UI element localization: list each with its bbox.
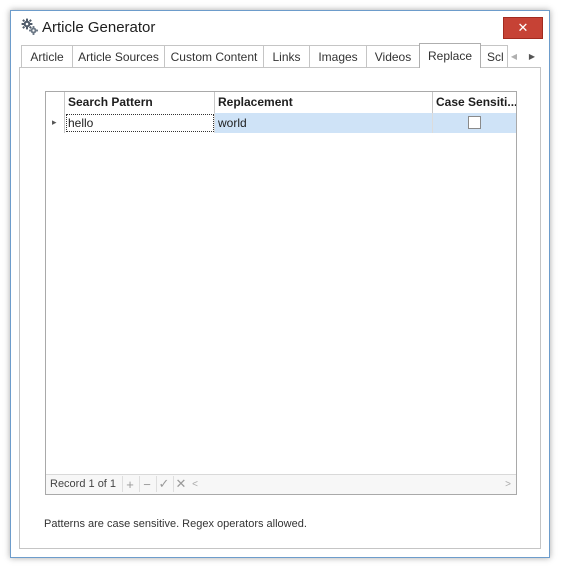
replace-tab-page: Search Pattern Replacement Case Sensiti.… xyxy=(19,67,541,549)
scroll-left-icon[interactable]: < xyxy=(189,476,201,492)
close-button[interactable]: ✕ xyxy=(503,17,543,39)
cell-case-sensitive xyxy=(433,113,516,133)
tab-article-sources[interactable]: Article Sources xyxy=(72,45,165,67)
client-area: Article Article Sources Custom Content L… xyxy=(19,43,541,549)
tab-scroll-right-icon[interactable]: ▶ xyxy=(526,49,538,63)
tab-label: Videos xyxy=(374,49,412,64)
case-sensitive-checkbox[interactable] xyxy=(468,116,481,129)
tab-scl[interactable]: Scl xyxy=(480,45,508,67)
tab-label: Replace xyxy=(427,49,473,63)
tab-scroll-left-icon[interactable]: ◀ xyxy=(508,49,520,63)
apply-changes-button[interactable]: ✓ xyxy=(156,476,171,492)
header-indicator-cell xyxy=(46,92,65,113)
cancel-changes-button[interactable]: ✕ xyxy=(173,476,188,492)
hint-text: Patterns are case sensitive. Regex opera… xyxy=(44,518,307,530)
tab-images[interactable]: Images xyxy=(309,45,367,67)
tab-label: Article xyxy=(30,49,64,64)
tab-label: Custom Content xyxy=(170,49,258,64)
scroll-right-icon[interactable]: > xyxy=(502,476,514,492)
window-title: Article Generator xyxy=(42,19,156,36)
tab-videos[interactable]: Videos xyxy=(366,45,420,67)
replace-grid[interactable]: Search Pattern Replacement Case Sensiti.… xyxy=(45,91,517,495)
column-header-case-sensitive[interactable]: Case Sensiti... xyxy=(433,92,516,113)
tab-strip: Article Article Sources Custom Content L… xyxy=(19,43,541,68)
tab-label: Images xyxy=(318,49,358,64)
record-navigator: Record 1 of 1 + − ✓ ✕ < > xyxy=(46,474,516,494)
table-row[interactable]: ▸ hello world xyxy=(46,113,516,133)
tab-replace[interactable]: Replace xyxy=(419,43,481,68)
cell-search-pattern[interactable]: hello xyxy=(65,113,215,133)
grid-header: Search Pattern Replacement Case Sensiti.… xyxy=(46,92,516,114)
row-indicator-icon: ▸ xyxy=(46,113,65,133)
tab-label: Scl xyxy=(487,49,504,64)
close-icon: ✕ xyxy=(517,20,529,35)
tab-article[interactable]: Article xyxy=(21,45,73,67)
tab-custom-content[interactable]: Custom Content xyxy=(164,45,264,67)
record-count-text: Record 1 of 1 xyxy=(50,478,117,490)
article-generator-window: Article Generator ✕ Article Article Sour… xyxy=(10,10,550,558)
cell-replacement[interactable]: world xyxy=(215,113,433,133)
tab-links[interactable]: Links xyxy=(263,45,310,67)
tab-label: Links xyxy=(272,49,301,64)
column-header-replacement[interactable]: Replacement xyxy=(215,92,433,113)
add-record-button[interactable]: + xyxy=(122,476,137,492)
gears-icon xyxy=(21,18,39,36)
title-bar[interactable]: Article Generator ✕ xyxy=(11,11,549,43)
column-header-search-pattern[interactable]: Search Pattern xyxy=(65,92,215,113)
remove-record-button[interactable]: − xyxy=(139,476,154,492)
tab-label: Article Sources xyxy=(78,49,159,64)
